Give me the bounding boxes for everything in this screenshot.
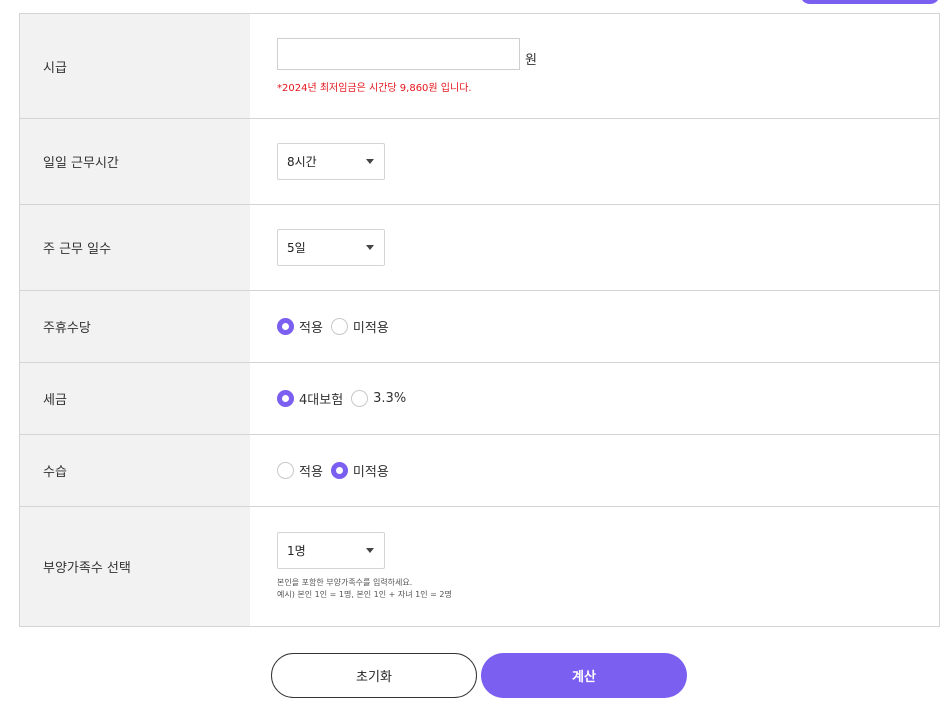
weekly-days-selected: 5일 [287, 241, 306, 255]
daily-hours-cell: 8시간 [250, 119, 939, 204]
chevron-down-icon [366, 245, 374, 250]
tax-radio-group: 4대보험 3.3% [277, 389, 939, 408]
dependents-cell: 1명 본인을 포함한 부양가족수를 입력하세요. 예시) 본인 1인 = 1명,… [250, 507, 939, 626]
probation-not-apply-radio[interactable]: 미적용 [330, 461, 389, 480]
hourly-wage-label: 시급 [20, 14, 250, 118]
radio-circle-icon [330, 318, 348, 335]
radio-label: 미적용 [352, 321, 389, 336]
row-probation: 수습 적용 미적용 [20, 435, 939, 507]
wage-calculator-form: 시급 원 *2024년 최저임금은 시간당 9,860원 입니다. 일일 근무시… [19, 13, 940, 627]
tax-label: 세금 [20, 363, 250, 434]
radio-circle-icon [277, 318, 294, 335]
radio-label: 적용 [299, 465, 323, 480]
chevron-down-icon [366, 548, 374, 553]
top-button-partial[interactable] [800, 0, 940, 4]
daily-hours-label: 일일 근무시간 [20, 119, 250, 204]
radio-circle-icon [351, 390, 369, 407]
weekly-days-label: 주 근무 일수 [20, 205, 250, 290]
weekly-holiday-pay-radio-group: 적용 미적용 [277, 317, 939, 336]
row-hourly-wage: 시급 원 *2024년 최저임금은 시간당 9,860원 입니다. [20, 14, 939, 119]
holiday-pay-not-apply-radio[interactable]: 미적용 [330, 317, 389, 336]
wage-unit: 원 [525, 53, 537, 68]
probation-label: 수습 [20, 435, 250, 506]
weekly-holiday-pay-cell: 적용 미적용 [250, 291, 939, 362]
radio-circle-icon [277, 462, 294, 479]
row-daily-hours: 일일 근무시간 8시간 [20, 119, 939, 205]
weekly-days-cell: 5일 [250, 205, 939, 290]
dependents-help: 본인을 포함한 부양가족수를 입력하세요. 예시) 본인 1인 = 1명, 본인… [277, 577, 939, 601]
dependents-help-example: 예시) 본인 1인 = 1명, 본인 1인 + 자녀 1인 = 2명 [277, 590, 452, 599]
chevron-down-icon [366, 159, 374, 164]
weekly-days-select[interactable]: 5일 [277, 229, 385, 266]
probation-radio-group: 적용 미적용 [277, 461, 939, 480]
row-weekly-days: 주 근무 일수 5일 [20, 205, 939, 291]
row-weekly-holiday-pay: 주휴수당 적용 미적용 [20, 291, 939, 363]
radio-label: 적용 [299, 321, 323, 336]
dependents-selected: 1명 [287, 544, 306, 558]
hourly-wage-cell: 원 *2024년 최저임금은 시간당 9,860원 입니다. [250, 14, 939, 118]
row-dependents: 부양가족수 선택 1명 본인을 포함한 부양가족수를 입력하세요. 예시) 본인… [20, 507, 939, 627]
radio-label: 3.3% [373, 391, 407, 406]
tax-3-3-percent-radio[interactable]: 3.3% [351, 390, 406, 407]
dependents-help-line: 본인을 포함한 부양가족수를 입력하세요. [277, 578, 413, 587]
tax-insurance-radio[interactable]: 4대보험 [277, 389, 343, 408]
hourly-wage-input-line: 원 [277, 38, 939, 70]
radio-circle-icon [277, 390, 294, 407]
dependents-label: 부양가족수 선택 [20, 507, 250, 626]
holiday-pay-apply-radio[interactable]: 적용 [277, 317, 323, 336]
probation-apply-radio[interactable]: 적용 [277, 461, 323, 480]
calculate-button[interactable]: 계산 [481, 653, 687, 698]
action-buttons: 초기화 계산 [271, 653, 687, 698]
row-tax: 세금 4대보험 3.3% [20, 363, 939, 435]
weekly-holiday-pay-label: 주휴수당 [20, 291, 250, 362]
radio-circle-icon [330, 462, 348, 479]
hourly-wage-input[interactable] [277, 38, 520, 70]
daily-hours-selected: 8시간 [287, 155, 317, 169]
dependents-select[interactable]: 1명 [277, 532, 385, 569]
reset-button[interactable]: 초기화 [271, 653, 477, 698]
minimum-wage-note: *2024년 최저임금은 시간당 9,860원 입니다. [277, 83, 472, 94]
radio-label: 4대보험 [299, 393, 344, 408]
probation-cell: 적용 미적용 [250, 435, 939, 506]
radio-label: 미적용 [352, 465, 389, 480]
daily-hours-select[interactable]: 8시간 [277, 143, 385, 180]
tax-cell: 4대보험 3.3% [250, 363, 939, 434]
